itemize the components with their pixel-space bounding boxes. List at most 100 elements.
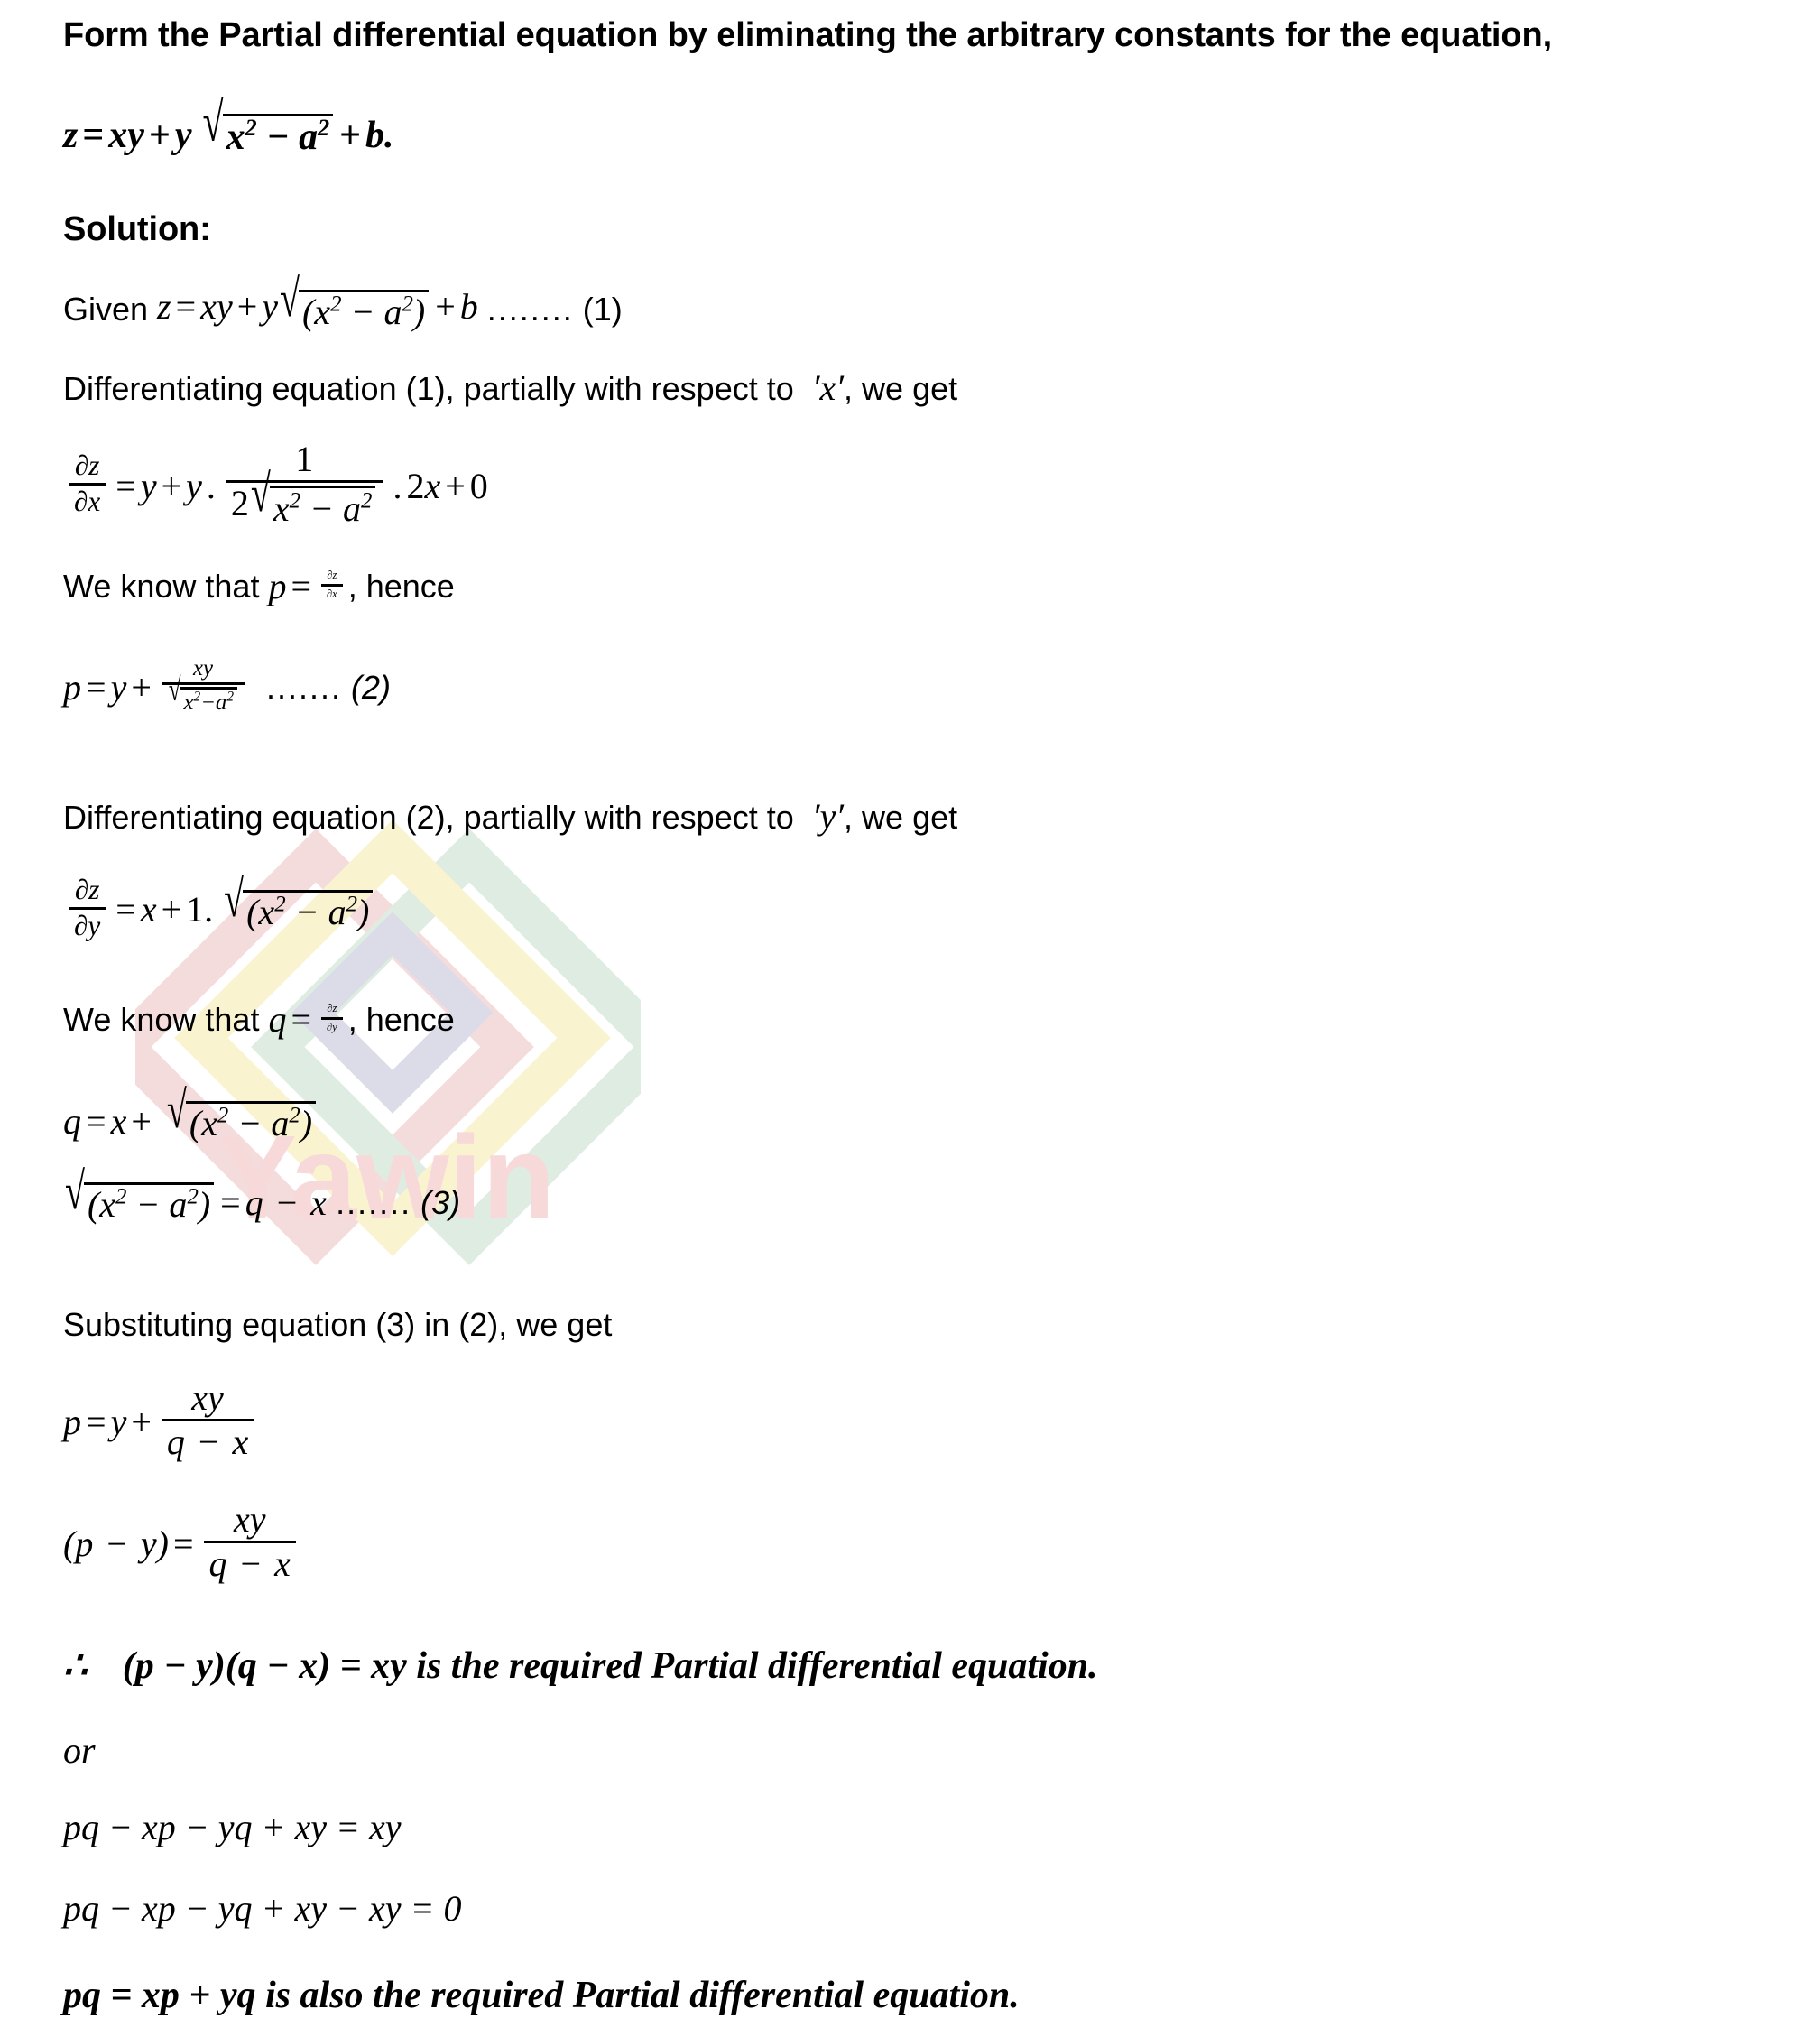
p-eq-denominator: √ x2−a2 (162, 674, 245, 715)
step-diff-wrt-x: Differentiating equation (1), partially … (63, 370, 957, 406)
isolated-equals: = (220, 1181, 241, 1223)
p-eq-dots: ....... (266, 669, 343, 707)
q-eq-equals: = (86, 1100, 106, 1142)
dzdy-denominator: ∂y (74, 909, 101, 941)
dzdx-equals: = (115, 465, 136, 506)
radical-sign-icon: √ (166, 1079, 187, 1140)
p-sub-numerator: xy (191, 1377, 224, 1418)
given-tag: (1) (582, 291, 623, 329)
step-p-definition: We know that p = ∂z ∂x , hence (63, 569, 455, 605)
step-dzdx: ∂z ∂x = y + y . 1 2 √ x2 − a2 . 2x +0 (63, 440, 488, 530)
final-1-equation: (p − y)(q − x) = xy (122, 1645, 407, 1687)
or-separator: or (63, 1730, 96, 1771)
p-def-fraction: ∂z ∂x (321, 569, 343, 599)
step-q-equation: q = x + √ (x2 − a2) (63, 1083, 318, 1142)
isolated-radical: √ (x2 − a2) (65, 1164, 215, 1223)
dzdx-dot-2: . (393, 465, 402, 506)
p-eq-numerator: xy (192, 656, 213, 681)
expanded-equation-1: pq − xp − yq + xy = xy (63, 1807, 402, 1847)
step-p-minus-y: (p − y) = xy q − x (63, 1501, 301, 1585)
eq-plus-2: + (339, 114, 362, 156)
step-given: Given z = xy + y √ (x2 − a2) + b ........ (1) (63, 273, 623, 330)
inner-radical: √ x2 − a2 (251, 468, 376, 528)
p-eq-tag: (2) (351, 669, 392, 707)
isolated-tag: (3) (420, 1183, 461, 1221)
dzdy-radical: √ (x2 − a2) (224, 872, 374, 931)
radical-sign-icon: √ (224, 868, 245, 928)
diff-y-text-before: Differentiating equation (2), partially … (63, 799, 794, 836)
q-def-text-before: We know that (63, 1001, 260, 1038)
given-radical: √ (x2 − a2) (280, 273, 430, 330)
final-2-equation: pq = xp + yq (63, 1975, 256, 2016)
p-sub-denominator: q − x (166, 1421, 249, 1462)
final-answer-2: pq = xp + yq is also the required Partia… (63, 1977, 1020, 2014)
step-dzdy: ∂z ∂y = x + 1. √ (x2 − a2) (63, 871, 374, 943)
eq-coeff-y: y (174, 114, 192, 156)
step-diff-wrt-y: Differentiating equation (2), partially … (63, 799, 957, 835)
radical-group: √ x2 − a2 (203, 96, 334, 156)
step-q-definition: We know that q = ∂z ∂y , hence (63, 1002, 455, 1038)
eq-term-xy: xy (108, 114, 144, 156)
dzdy-term-x: x (140, 889, 157, 931)
q-def-fraction: ∂z ∂y (321, 1003, 343, 1032)
radical-sign-icon: √ (280, 269, 300, 329)
question-heading: Form the Partial differential equation b… (63, 16, 1553, 54)
step-p-equation: p = y + xy √ x2−a2 ....... (2) (63, 656, 392, 716)
radical-sign-icon: √ (202, 93, 224, 154)
question-equation-expression: z = xy + y √ x2 − a2 + b. (63, 96, 394, 156)
p-def-text-before: We know that (63, 568, 260, 605)
dzdx-term-y2: y (186, 465, 202, 506)
dzdy-equals: = (115, 889, 136, 931)
question-equation: z = xy + y √ x2 − a2 + b. (63, 96, 394, 156)
dzdx-dot-1: . (206, 465, 216, 506)
eq-plus: + (148, 114, 171, 156)
p-eq-term-y: y (110, 667, 127, 708)
p-def-text-after: , hence (347, 568, 455, 605)
p-sub-equals: = (86, 1401, 106, 1442)
isolated-radicand: (x2 − a2) (83, 1182, 215, 1223)
eq-term-b: b. (365, 114, 394, 156)
p-sub-fraction: xy q − x (161, 1377, 254, 1462)
given-dots: ........ (486, 291, 574, 329)
p-sub-lhs: p (63, 1401, 81, 1442)
q-eq-radicand: (x2 − a2) (185, 1101, 317, 1142)
dzdx-denominator: ∂x (74, 486, 101, 518)
radical-sign-icon: √ (250, 464, 271, 523)
diff-x-variable: ′x′ (811, 367, 845, 408)
dzdx-tail: 2x +0 (406, 465, 488, 506)
radical-sign-icon: √ (65, 1161, 85, 1221)
eq-equals: = (82, 114, 105, 156)
p-def-equals: = (291, 566, 312, 606)
q-def-text-after: , hence (347, 1001, 455, 1038)
radical-sign-icon: √ (168, 672, 181, 708)
q-def-numerator: ∂z (327, 1002, 337, 1015)
fraction-bar (321, 1016, 343, 1020)
solution-label: Solution: (63, 210, 211, 248)
p-eq-radical: √ x2−a2 (169, 674, 238, 715)
final-2-text: is also the required Partial differentia… (265, 1975, 1020, 2016)
dzdx-inner-fraction: 1 2 √ x2 − a2 (225, 440, 383, 528)
q-eq-radical: √ (x2 − a2) (167, 1083, 317, 1142)
fraction-bar (225, 480, 383, 483)
dzdx-fraction: ∂z ∂x (69, 451, 106, 517)
q-eq-lhs: q (63, 1100, 81, 1142)
dzdy-numerator: ∂z (74, 874, 100, 905)
radicand: x2 − a2 (222, 114, 334, 156)
isolated-dots: ....... (336, 1183, 412, 1221)
p-def-symbol: p (268, 566, 287, 606)
inner-denominator: 2 √ x2 − a2 (226, 468, 383, 528)
given-prefix: Given (63, 291, 149, 329)
isolated-rhs: q − x (245, 1181, 328, 1223)
diff-x-text-after: , we get (844, 370, 958, 407)
diff-x-text-before: Differentiating equation (1), partially … (63, 370, 794, 407)
pmy-equals: = (172, 1523, 194, 1564)
pmy-fraction: xy q − x (203, 1501, 296, 1583)
p-sub-term-y: y (110, 1401, 127, 1442)
pmy-lhs: (p − y) (63, 1523, 169, 1564)
step-radical-isolated: √ (x2 − a2) = q − x ....... (3) (63, 1164, 461, 1223)
dzdy-fraction: ∂z ∂y (69, 875, 106, 941)
p-def-denominator: ∂x (327, 587, 337, 600)
dzdy-coefficient: 1. (186, 889, 214, 931)
q-def-equals: = (291, 999, 312, 1040)
diff-y-text-after: , we get (844, 799, 958, 836)
